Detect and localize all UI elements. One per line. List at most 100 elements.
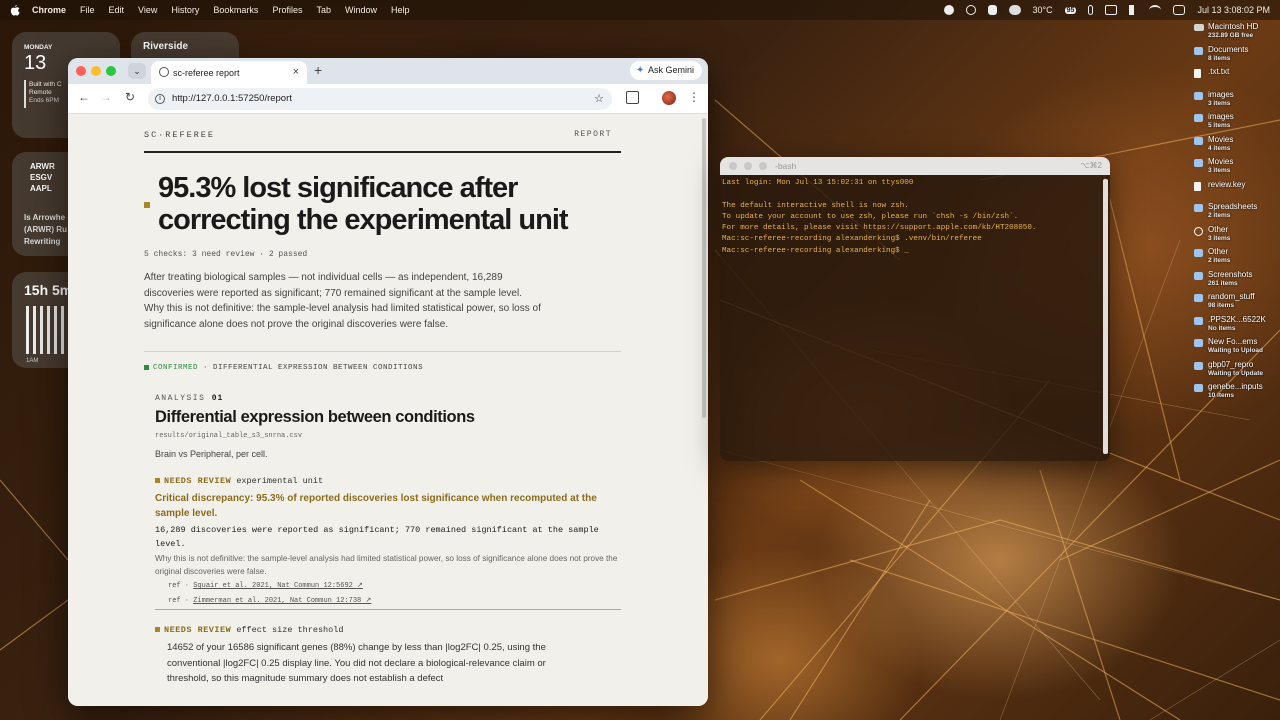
wifi-icon[interactable] bbox=[1149, 5, 1162, 15]
menu-view[interactable]: View bbox=[138, 5, 157, 15]
new-tab-button[interactable]: + bbox=[314, 62, 322, 78]
terminal-titlebar[interactable]: -bash ⌥⌘2 bbox=[720, 157, 1110, 175]
page-scrollbar[interactable] bbox=[700, 114, 708, 706]
gesture-icon[interactable] bbox=[987, 5, 997, 15]
desktop-icons: Macintosh HD 232.89 GB free Documents 8 ite… bbox=[1192, 22, 1280, 405]
desktop-icon[interactable]: genebe...inputs 10 items bbox=[1192, 382, 1280, 405]
finding-header: NEEDS REVIEW effect size threshold bbox=[155, 625, 343, 635]
terminal-minimize-button[interactable] bbox=[744, 162, 752, 170]
scrollbar-thumb[interactable] bbox=[702, 118, 706, 418]
desktop-icon[interactable]: New Fo...ems Waiting to Upload bbox=[1192, 337, 1280, 360]
desktop-icon[interactable]: Movies 3 items bbox=[1192, 157, 1280, 180]
tab-sc-referee[interactable]: sc-referee report × bbox=[151, 61, 307, 84]
desktop-icon[interactable]: Screenshots 261 items bbox=[1192, 270, 1280, 293]
menu-help[interactable]: Help bbox=[391, 5, 410, 15]
brand-logo[interactable]: SC·REFEREE bbox=[144, 130, 215, 140]
battery-indicator[interactable]: 95 bbox=[1064, 6, 1077, 14]
terminal-scrollbar[interactable] bbox=[1103, 179, 1108, 454]
tab-search-button[interactable]: ⌄ bbox=[128, 63, 146, 79]
desktop-icon[interactable]: Spreadsheets 2 items bbox=[1192, 202, 1280, 225]
stock-ticker: ESGV bbox=[30, 173, 53, 182]
reference-link[interactable]: Squair et al. 2021, Nat Commun 12:5692 ↗ bbox=[193, 582, 363, 590]
analysis-title: Differential expression between conditio… bbox=[155, 408, 475, 426]
back-arrow-icon[interactable]: ← bbox=[76, 90, 92, 104]
reference-line: ref · Zimmerman et al. 2021, Nat Commun … bbox=[168, 596, 371, 605]
desktop-icon[interactable]: gbp07_repro Waiting to Update bbox=[1192, 360, 1280, 383]
desktop-icon[interactable]: .PPS2K...6522K No items bbox=[1192, 315, 1280, 338]
temperature-readout[interactable]: 30°C bbox=[1033, 5, 1053, 15]
record-icon[interactable] bbox=[943, 5, 954, 15]
desktop-icon-subtitle: 10 items bbox=[1208, 392, 1235, 399]
apple-logo-icon[interactable] bbox=[10, 4, 20, 16]
calendar-event-bar bbox=[24, 80, 26, 108]
menu-clock[interactable]: Jul 13 3:08:02 PM bbox=[1197, 5, 1270, 15]
desktop-icon-name: New Fo...ems bbox=[1208, 337, 1258, 346]
menu-profiles[interactable]: Profiles bbox=[272, 5, 302, 15]
menu-bookmarks[interactable]: Bookmarks bbox=[213, 5, 258, 15]
desktop-icon[interactable]: images 5 items bbox=[1192, 112, 1280, 135]
extensions-icon[interactable] bbox=[626, 91, 639, 104]
reload-icon[interactable]: ↻ bbox=[122, 90, 138, 104]
desktop-icon[interactable]: review.key bbox=[1192, 180, 1280, 203]
zoom-window-button[interactable] bbox=[106, 66, 116, 76]
desktop-icon-subtitle: No items bbox=[1208, 324, 1236, 332]
mic-icon[interactable] bbox=[1088, 5, 1094, 15]
forward-arrow-icon[interactable]: → bbox=[98, 90, 114, 104]
header-rule bbox=[144, 151, 621, 153]
screen-time-total: 15h 5m bbox=[24, 282, 73, 298]
folder-icon bbox=[1194, 361, 1203, 370]
weather-icon[interactable] bbox=[965, 5, 976, 15]
finding-headline: Critical discrepancy: 95.3% of reported … bbox=[155, 493, 597, 519]
report-nav-link[interactable]: REPORT bbox=[574, 130, 612, 139]
site-info-icon[interactable]: i bbox=[155, 94, 165, 104]
terminal-output[interactable]: Last login: Mon Jul 13 15:02:31 on ttys0… bbox=[722, 178, 1102, 257]
section-divider bbox=[144, 351, 621, 352]
desktop-icon[interactable]: Other 2 items bbox=[1192, 247, 1280, 270]
menu-window[interactable]: Window bbox=[345, 5, 377, 15]
menu-tab[interactable]: Tab bbox=[316, 5, 331, 15]
desktop-icon-subtitle: 3 items bbox=[1208, 167, 1231, 174]
tab-strip: ⌄ sc-referee report × + ✦ Ask Gemini bbox=[68, 58, 708, 84]
cloud-icon[interactable] bbox=[1008, 5, 1021, 15]
reference-link[interactable]: Zimmerman et al. 2021, Nat Commun 12:738… bbox=[193, 597, 371, 605]
terminal-zoom-button[interactable] bbox=[759, 162, 767, 170]
display-icon[interactable] bbox=[1105, 5, 1118, 15]
menu-file[interactable]: File bbox=[80, 5, 95, 15]
confirmed-banner: CONFIRMED · DIFFERENTIAL EXPRESSION BETW… bbox=[144, 364, 423, 372]
desktop-icon[interactable]: .txt.txt bbox=[1192, 67, 1280, 90]
desktop-icon[interactable]: Documents 8 items bbox=[1192, 45, 1280, 68]
headline-marker bbox=[144, 202, 150, 208]
folder-icon bbox=[1194, 91, 1203, 100]
desktop-icon[interactable]: Movies 4 items bbox=[1192, 135, 1280, 158]
menu-history[interactable]: History bbox=[171, 5, 199, 15]
close-tab-icon[interactable]: × bbox=[293, 66, 299, 78]
desktop-icon[interactable]: images 3 items bbox=[1192, 90, 1280, 113]
terminal-close-button[interactable] bbox=[729, 162, 737, 170]
confirmed-marker bbox=[144, 364, 149, 370]
analysis-number: 01 bbox=[211, 394, 224, 403]
bookmark-star-icon[interactable]: ☆ bbox=[594, 88, 604, 110]
address-bar[interactable]: i http://127.0.0.1:57250/report ☆ bbox=[148, 88, 612, 110]
control-center-icon[interactable] bbox=[1173, 5, 1186, 15]
ask-gemini-button[interactable]: ✦ Ask Gemini bbox=[629, 61, 702, 80]
menu-edit[interactable]: Edit bbox=[109, 5, 125, 15]
document-icon bbox=[1194, 69, 1201, 78]
profile-avatar[interactable] bbox=[662, 91, 676, 105]
finding-caveat: Why this is not definitive: the sample-l… bbox=[155, 554, 618, 576]
minimize-window-button[interactable] bbox=[91, 66, 101, 76]
desktop-icon-subtitle: 98 items bbox=[1208, 302, 1235, 309]
analysis-description: Brain vs Peripheral, per cell. bbox=[155, 449, 268, 459]
volume-icon[interactable] bbox=[1129, 5, 1137, 15]
desktop-icon[interactable]: random_stuff 98 items bbox=[1192, 292, 1280, 315]
calendar-event-line: Built with C bbox=[29, 81, 62, 88]
chrome-menu-icon[interactable]: ⋮ bbox=[688, 90, 700, 104]
menu-app-name[interactable]: Chrome bbox=[32, 5, 66, 15]
finding-divider bbox=[155, 609, 621, 610]
close-window-button[interactable] bbox=[76, 66, 86, 76]
ref-prefix: ref · bbox=[168, 582, 190, 590]
desktop-icon-subtitle: 5 items bbox=[1208, 122, 1231, 129]
desktop-icon[interactable]: Other 3 items bbox=[1192, 225, 1280, 248]
desktop-icon[interactable]: Macintosh HD 232.89 GB free bbox=[1192, 22, 1280, 45]
terminal-line: The default interactive shell is now zsh… bbox=[722, 201, 909, 210]
tab-title: sc-referee report bbox=[173, 67, 240, 78]
